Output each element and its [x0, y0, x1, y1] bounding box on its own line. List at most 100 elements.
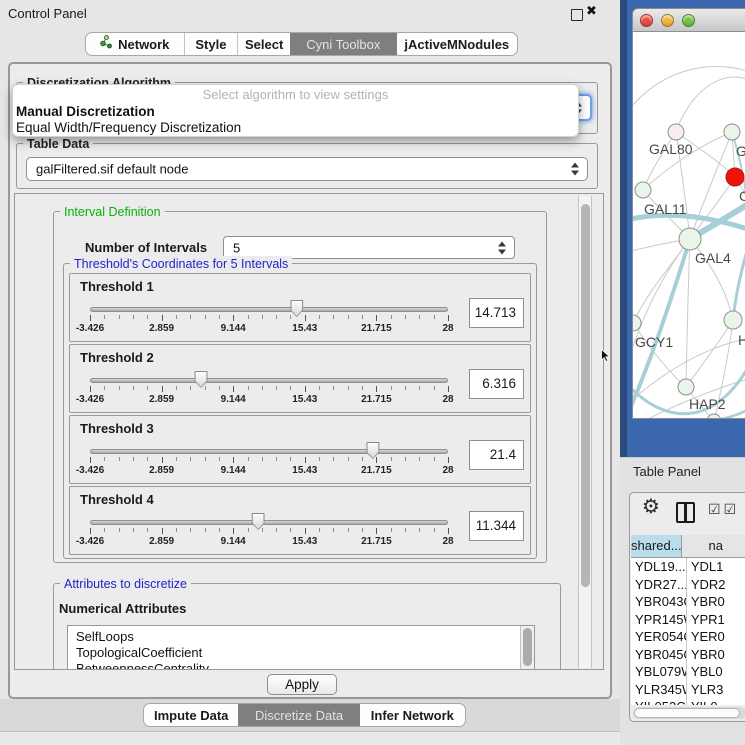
threshold-value-field[interactable]: 21.4 [469, 440, 524, 470]
split-columns-icon[interactable] [676, 502, 695, 523]
threshold-value-field[interactable]: 11.344 [469, 511, 524, 541]
network-node-label: H [738, 332, 745, 348]
network-window: GAL80GACGAL11GAL4GCY1HHAP2 [632, 8, 745, 419]
threshold-value-field[interactable]: 14.713 [469, 298, 524, 328]
threshold-slider[interactable]: -3.4262.8599.14415.4321.71528 [90, 520, 448, 547]
table-cell: YBL0 [687, 663, 745, 681]
tab-impute-data[interactable]: Impute Data [144, 704, 238, 726]
tab-label: Discretize Data [255, 708, 343, 723]
select-columns-checkboxes-icon[interactable]: ☑☑ [708, 502, 739, 518]
threshold-panel-threshold-1: Threshold 1 -3.4262.8599.14415.4321.71528… [69, 273, 531, 342]
combo-arrows-icon [571, 163, 580, 176]
vertical-scrollbar-thumb[interactable] [581, 204, 590, 587]
minimize-traffic-light[interactable] [661, 14, 674, 27]
table-row[interactable]: YPR145WYPR1 [631, 611, 745, 629]
horizontal-scrollbar-thumb[interactable] [634, 708, 740, 718]
threshold-label: Threshold 1 [80, 279, 154, 294]
numerical-attributes-label: Numerical Attributes [59, 601, 186, 616]
close-icon[interactable]: ✖ [586, 4, 597, 19]
network-node-label: GCY1 [635, 334, 673, 350]
slider-tick-labels: -3.4262.8599.14415.4321.71528 [90, 394, 448, 405]
network-node-c[interactable] [726, 168, 744, 186]
tab-select[interactable]: Select [237, 33, 290, 55]
apply-button[interactable]: Apply [267, 674, 337, 695]
tab-jactivemnodules[interactable]: jActiveMNodules [397, 33, 517, 55]
network-node-hap2[interactable] [678, 379, 694, 395]
table-header-row: shared...na [631, 535, 745, 558]
zoom-traffic-light[interactable] [682, 14, 695, 27]
attribute-item-betweennesscentrality[interactable]: BetweennessCentrality [68, 661, 534, 670]
list-scrollbar-thumb[interactable] [523, 628, 532, 666]
table-row[interactable]: YLR345WYLR3 [631, 681, 745, 699]
threshold-label: Threshold 2 [80, 350, 154, 365]
table-row[interactable]: YDL19...YDL1 [631, 558, 745, 576]
group-title: Interval Definition [60, 204, 165, 220]
table-row[interactable]: YER054CYER0 [631, 628, 745, 646]
network-node-ga[interactable] [724, 124, 740, 140]
tab-cyni-toolbox[interactable]: Cyni Toolbox [290, 33, 397, 55]
slider-tick-labels: -3.4262.8599.14415.4321.71528 [90, 536, 448, 547]
table-row[interactable]: YIL052CYIL0 [631, 698, 745, 705]
tab-label: jActiveMNodules [404, 37, 509, 52]
threshold-value-field[interactable]: 6.316 [469, 369, 524, 399]
threshold-slider[interactable]: -3.4262.8599.14415.4321.71528 [90, 307, 448, 334]
table-panel-titlebar: Table Panel [620, 457, 745, 492]
node-table: shared...naYDL19...YDL1YDR27...YDR2YBR04… [631, 535, 745, 705]
attribute-item-selfloops[interactable]: SelfLoops [68, 629, 534, 645]
table-data-value: galFiltered.sif default node [36, 162, 188, 177]
table-data-select[interactable]: galFiltered.sif default node [26, 157, 588, 181]
gear-icon[interactable]: ⚙ [642, 494, 660, 518]
network-node-gal4[interactable] [679, 228, 701, 250]
numerical-attributes-list[interactable]: SelfLoopsTopologicalCoefficientBetweenne… [67, 625, 535, 670]
threshold-slider[interactable]: -3.4262.8599.14415.4321.71528 [90, 449, 448, 476]
network-node-gal80[interactable] [668, 124, 684, 140]
threshold-panel-threshold-4: Threshold 4 -3.4262.8599.14415.4321.71528… [69, 486, 531, 555]
dropdown-option-manual[interactable]: Manual Discretization [13, 104, 578, 120]
table-cell: YDL19... [631, 558, 687, 576]
close-traffic-light[interactable] [640, 14, 653, 27]
horizontal-scrollbar[interactable] [633, 707, 745, 719]
table-row[interactable]: YBL079WYBL0 [631, 663, 745, 681]
threshold-slider[interactable]: -3.4262.8599.14415.4321.71528 [90, 378, 448, 405]
threshold-panel-threshold-3: Threshold 3-3.4262.8599.14415.4321.71528… [69, 415, 531, 484]
network-window-titlebar [633, 9, 745, 32]
slider-track [90, 307, 448, 312]
network-node-label: C [739, 188, 745, 204]
panel-footer [0, 732, 620, 745]
attribute-item-topologicalcoefficient[interactable]: TopologicalCoefficient [68, 645, 534, 661]
threshold-label: Threshold 4 [80, 492, 154, 507]
list-scrollbar[interactable] [520, 626, 534, 670]
table-cell: YLR345W [631, 681, 687, 699]
network-node-gal11[interactable] [635, 182, 651, 198]
vertical-scrollbar[interactable] [578, 196, 592, 668]
table-row[interactable]: YBR043CYBR0 [631, 593, 745, 611]
table-cell: YDR27... [631, 576, 687, 594]
number-of-intervals-label: Number of Intervals [85, 240, 207, 255]
tab-infer-network[interactable]: Infer Network [360, 704, 465, 726]
table-cell: YDR2 [687, 576, 745, 594]
tab-network[interactable]: Network [86, 33, 184, 55]
group-title: Table Data [23, 136, 93, 152]
slider-ticks [90, 386, 448, 394]
table-row[interactable]: YDR27...YDR2 [631, 576, 745, 594]
right-panel: GAL80GACGAL11GAL4GCY1HHAP2 Table Panel ⚙… [620, 0, 745, 745]
table-cell: YBR0 [687, 646, 745, 664]
settings-scroll-pane: Interval Definition Number of Intervals … [14, 193, 604, 670]
table-cell: YIL0 [687, 698, 745, 705]
table-cell: YBR043C [631, 593, 687, 611]
network-canvas[interactable]: GAL80GACGAL11GAL4GCY1HHAP2 [633, 32, 745, 419]
dropdown-option-equal-width[interactable]: Equal Width/Frequency Discretization [13, 120, 578, 136]
table-row[interactable]: YBR045CYBR0 [631, 646, 745, 664]
network-node-h[interactable] [724, 311, 742, 329]
tab-label: Impute Data [154, 708, 228, 723]
column-header-2[interactable]: na [682, 535, 745, 557]
threshold-panel-threshold-2: Threshold 2 -3.4262.8599.14415.4321.71528… [69, 344, 531, 413]
float-window-icon[interactable] [571, 9, 583, 21]
window-title: Control Panel [8, 6, 87, 21]
group-title: Threshold's Coordinates for 5 Intervals [70, 256, 292, 272]
column-header-1[interactable]: shared... [631, 535, 682, 557]
network-node-label: GA [736, 143, 745, 159]
tab-discretize-data[interactable]: Discretize Data [238, 704, 359, 726]
algorithm-dropdown: Select algorithm to view settings Manual… [12, 84, 579, 137]
tab-style[interactable]: Style [184, 33, 238, 55]
